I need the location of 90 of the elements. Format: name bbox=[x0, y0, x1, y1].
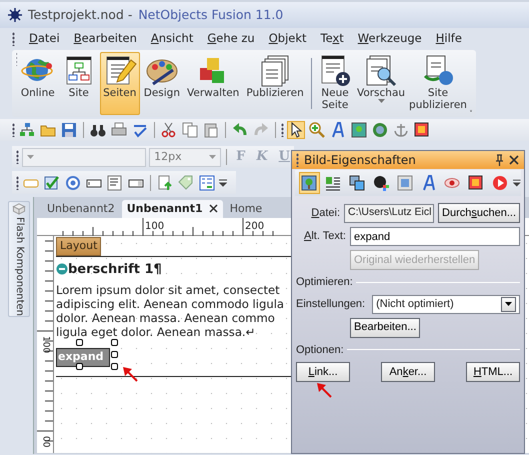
settings-dropdown[interactable]: (Nicht optimiert) bbox=[372, 294, 520, 314]
scissors-icon[interactable] bbox=[161, 122, 177, 138]
text-tool-icon[interactable] bbox=[420, 175, 437, 191]
text-wrap-icon[interactable] bbox=[325, 175, 342, 191]
layers-icon[interactable] bbox=[349, 175, 366, 191]
sitemap-add-icon[interactable] bbox=[19, 122, 35, 138]
play-icon[interactable] bbox=[492, 175, 508, 191]
caret-icon bbox=[505, 302, 512, 306]
text-tool-icon[interactable] bbox=[330, 122, 346, 138]
option-button[interactable]: Anker... bbox=[381, 362, 435, 382]
arrow-icon bbox=[316, 382, 332, 398]
preview-icon bbox=[364, 54, 398, 87]
frame-icon[interactable] bbox=[396, 175, 413, 191]
resize-handle[interactable] bbox=[76, 339, 83, 346]
caret-icon bbox=[26, 155, 34, 159]
menu-item[interactable]: Gehe zu bbox=[207, 30, 255, 48]
zoom-in-icon[interactable] bbox=[309, 122, 325, 138]
ruler-label: 100 bbox=[145, 220, 164, 234]
menu-item[interactable]: Ansicht bbox=[150, 30, 194, 48]
field-label: Einstellungen: bbox=[296, 296, 366, 312]
text-area-icon[interactable] bbox=[107, 174, 123, 190]
side-tab[interactable]: Flash Komponenten bbox=[8, 201, 30, 317]
ruler-label: 100 bbox=[40, 336, 52, 354]
minus-circle-icon[interactable] bbox=[56, 263, 68, 276]
paragraph-line: Lorem ipsum dolor sit amet, consectet bbox=[56, 283, 280, 297]
section-heading: Optionen: bbox=[296, 342, 344, 358]
menu-item[interactable]: Objekt bbox=[268, 30, 307, 48]
checkbox-icon[interactable] bbox=[44, 174, 60, 190]
window-title: Testprojekt.nod - bbox=[28, 6, 132, 24]
ruler-label: 200 bbox=[245, 220, 264, 234]
font-size-dropdown[interactable]: 12px bbox=[149, 148, 222, 166]
ribbon-button[interactable]: Verwalten bbox=[184, 52, 242, 115]
effects-icon[interactable] bbox=[372, 175, 389, 191]
option-button[interactable]: Link... bbox=[296, 362, 350, 382]
overflow-icon bbox=[513, 179, 521, 187]
anchor-icon[interactable] bbox=[393, 122, 409, 138]
field-label: Alt. Text: bbox=[303, 229, 346, 244]
resize-handle[interactable] bbox=[76, 363, 83, 370]
print-icon[interactable] bbox=[111, 122, 127, 138]
paragraph-line: adipiscing elit. Aenean commodo ligula bbox=[56, 297, 284, 311]
ribbon-button[interactable]: Publizieren bbox=[243, 52, 307, 115]
menu-item[interactable]: Bearbeiten bbox=[74, 30, 137, 48]
document-tab[interactable]: Unbenannt1 bbox=[122, 200, 223, 218]
close-icon[interactable] bbox=[208, 204, 218, 213]
form-icon[interactable] bbox=[199, 174, 215, 190]
ribbon-button[interactable]: Neue Seite bbox=[315, 52, 355, 115]
paste-icon[interactable] bbox=[203, 122, 219, 138]
save-icon[interactable] bbox=[61, 122, 77, 138]
component-icon bbox=[11, 202, 27, 215]
edit-button[interactable]: Bearbeiten... bbox=[350, 318, 420, 338]
document-tab[interactable]: Unbenannt2 bbox=[42, 200, 120, 218]
app-logo-icon bbox=[8, 8, 22, 22]
app-name: NetObjects Fusion 11.0 bbox=[138, 6, 284, 24]
section-heading: Optimieren: bbox=[296, 275, 353, 290]
eye-icon[interactable] bbox=[444, 175, 460, 191]
arrow-icon bbox=[122, 366, 138, 382]
radio-icon[interactable] bbox=[65, 174, 81, 190]
ribbon-button[interactable]: Site bbox=[58, 52, 99, 115]
undo-icon[interactable] bbox=[232, 122, 248, 138]
ribbon-button[interactable]: Vorschau bbox=[356, 52, 406, 115]
copy-icon[interactable] bbox=[182, 122, 198, 138]
paragraph-line: ligula eget dolor. Aenean massa.↵ bbox=[56, 325, 256, 339]
pin-icon[interactable] bbox=[495, 154, 504, 166]
close-icon[interactable] bbox=[509, 155, 519, 165]
ruler-label: 00 bbox=[40, 436, 52, 448]
menu-item[interactable]: Hilfe bbox=[436, 30, 462, 48]
alt-text-field[interactable]: expand bbox=[350, 227, 520, 246]
file-path-field[interactable]: C:\Users\Lutz Eicl bbox=[344, 204, 434, 222]
browse-button[interactable]: Durchsuchen... bbox=[438, 203, 520, 223]
menu-item[interactable]: Datei bbox=[29, 30, 60, 48]
document-tab[interactable]: Home bbox=[224, 200, 268, 218]
binoculars-icon[interactable] bbox=[90, 122, 106, 138]
upload-icon[interactable] bbox=[157, 174, 173, 190]
overflow-icon bbox=[219, 178, 227, 186]
image-icon[interactable] bbox=[351, 122, 367, 138]
menu-item[interactable]: Werkzeuge bbox=[358, 30, 422, 48]
publish-icon bbox=[421, 54, 455, 87]
field-label: Datei: bbox=[310, 206, 340, 221]
heading-text: berschrift 1¶ bbox=[68, 260, 162, 278]
ribbon-button[interactable]: Seiten bbox=[100, 52, 140, 115]
option-button[interactable]: HTML... bbox=[466, 362, 520, 382]
ribbon-button[interactable]: Online bbox=[18, 52, 58, 115]
image-icon[interactable] bbox=[301, 175, 318, 191]
ribbon-button[interactable]: Site publizieren bbox=[407, 52, 469, 115]
caret-icon bbox=[209, 155, 216, 159]
ribbon-button[interactable]: Design bbox=[140, 52, 184, 115]
paragraph-line: dolor. Aenean massa. Aenean commo bbox=[56, 311, 275, 325]
layout-label[interactable]: Layout bbox=[56, 237, 102, 256]
menu-item[interactable]: Text bbox=[320, 30, 344, 48]
panel-title: Bild-Eigenschaften bbox=[304, 152, 417, 169]
